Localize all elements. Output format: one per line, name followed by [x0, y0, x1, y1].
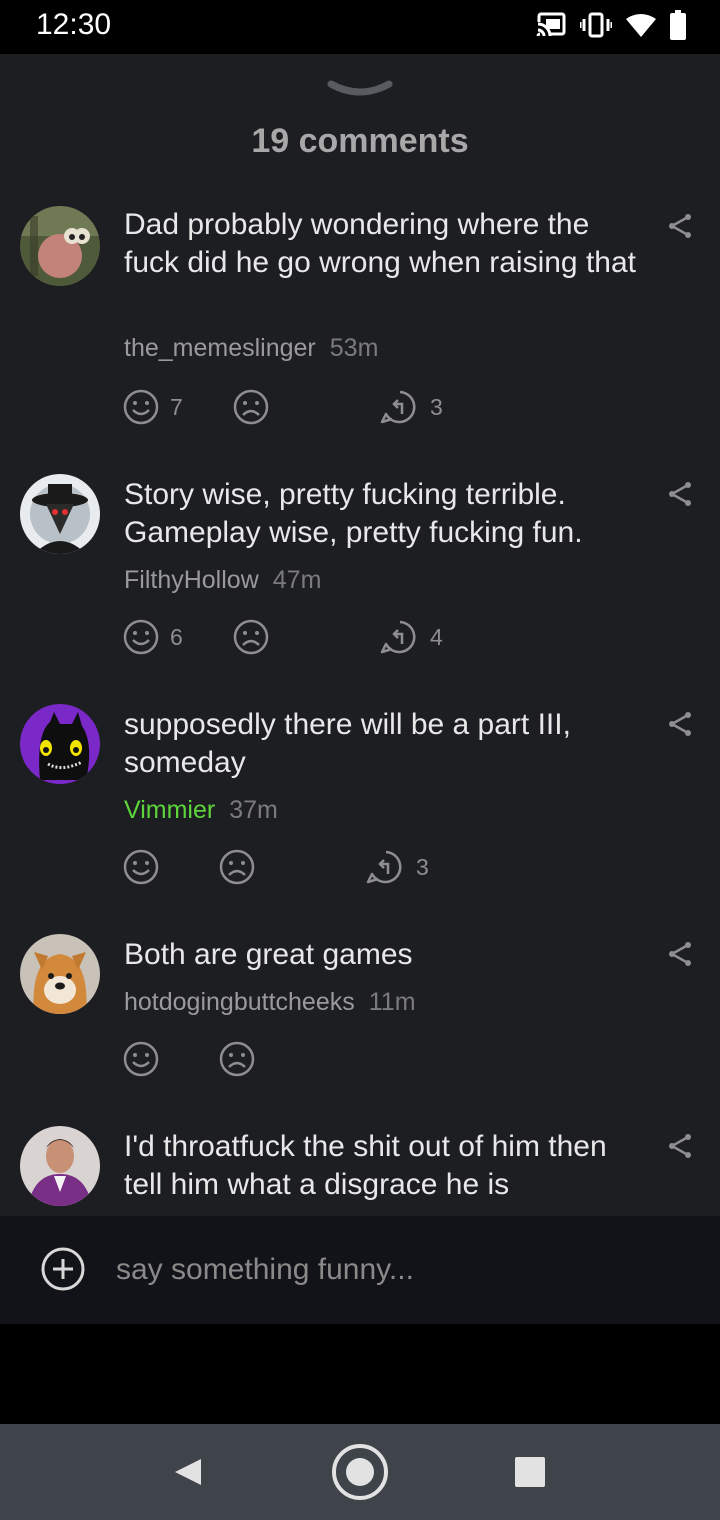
wifi-icon	[626, 14, 656, 37]
reply-button[interactable]: 4	[380, 618, 443, 656]
reply-button[interactable]: 3	[366, 848, 429, 886]
reply-button[interactable]: 3	[380, 388, 443, 426]
comment-text: supposedly there will be a part III, som…	[124, 708, 571, 779]
comments-sheet: 19 comments Dad probably wondering where…	[0, 54, 720, 1324]
dislike-button[interactable]	[232, 618, 270, 656]
comment-input-bar	[0, 1216, 720, 1324]
comment-input[interactable]	[116, 1248, 676, 1292]
comment-meta: FilthyHollow 47m	[124, 566, 321, 595]
comment-time: 37m	[229, 796, 278, 824]
avatar[interactable]	[20, 934, 100, 1014]
comment-username[interactable]: the_memeslinger	[124, 334, 316, 362]
keyboard-gap	[0, 1324, 720, 1424]
cast-icon	[536, 12, 566, 38]
dislike-button[interactable]	[232, 388, 270, 426]
nav-back-button[interactable]	[158, 1442, 218, 1502]
frown-icon	[219, 849, 255, 885]
smile-icon	[123, 849, 159, 885]
home-icon	[332, 1444, 388, 1500]
smile-icon	[123, 1041, 159, 1077]
recents-icon	[515, 1457, 545, 1487]
reply-icon	[380, 390, 416, 424]
back-icon	[175, 1459, 201, 1485]
comment-text: I'd throatfuck the shit out of him then …	[124, 1130, 607, 1201]
like-count: 7	[170, 393, 183, 420]
share-icon[interactable]	[666, 710, 694, 738]
status-icons	[536, 10, 686, 40]
status-time: 12:30	[36, 8, 112, 41]
comment-item: Dad probably wondering where the fuck di…	[0, 204, 720, 454]
reply-count: 3	[430, 393, 443, 420]
comment-username[interactable]: Vimmier	[124, 796, 215, 824]
comment-text: Story wise, pretty fucking terrible. Gam…	[124, 478, 583, 549]
frown-icon	[219, 1041, 255, 1077]
reply-count: 4	[430, 623, 443, 650]
share-icon[interactable]	[666, 480, 694, 508]
vibrate-icon	[580, 12, 612, 38]
frown-icon	[233, 389, 269, 425]
comment-username[interactable]: hotdogingbuttcheeks	[124, 988, 355, 1016]
like-button[interactable]: 6	[122, 618, 183, 656]
comment-item: Story wise, pretty fucking terrible. Gam…	[0, 474, 720, 694]
nav-recents-button[interactable]	[500, 1442, 560, 1502]
comment-username[interactable]: FilthyHollow	[124, 566, 259, 594]
share-icon[interactable]	[666, 1132, 694, 1160]
comments-count-title: 19 comments	[251, 122, 469, 160]
comment-item: Both are great games hotdogingbuttcheeks…	[0, 934, 720, 1114]
dislike-button[interactable]	[218, 1040, 256, 1078]
collapse-handle-icon[interactable]	[325, 74, 395, 104]
share-icon[interactable]	[666, 212, 694, 240]
nav-home-button[interactable]	[330, 1442, 390, 1502]
avatar[interactable]	[20, 704, 100, 784]
like-button[interactable]	[122, 848, 160, 886]
battery-icon	[670, 10, 686, 40]
dislike-button[interactable]	[218, 848, 256, 886]
comment-item: supposedly there will be a part III, som…	[0, 704, 720, 924]
avatar[interactable]	[20, 206, 100, 286]
reply-icon	[366, 850, 402, 884]
like-count: 6	[170, 623, 183, 650]
status-bar: 12:30	[0, 0, 720, 54]
comment-time: 53m	[329, 334, 379, 362]
comment-actions: 6 4	[122, 618, 522, 658]
like-button[interactable]: 7	[122, 388, 183, 426]
comment-item: I'd throatfuck the shit out of him then …	[0, 1126, 720, 1226]
comment-meta: Vimmier 37m	[124, 796, 278, 825]
add-attachment-icon[interactable]	[40, 1246, 86, 1292]
reply-icon	[380, 620, 416, 654]
comment-meta: the_memeslinger 53m	[124, 334, 378, 363]
comment-text: Dad probably wondering where the fuck di…	[124, 208, 636, 279]
share-icon[interactable]	[666, 940, 694, 968]
system-nav-bar	[0, 1424, 720, 1520]
comment-text: Both are great games	[124, 938, 413, 971]
comment-time: 11m	[368, 988, 416, 1016]
comment-actions	[122, 1040, 522, 1080]
smile-icon	[123, 619, 159, 655]
comment-time: 47m	[272, 566, 322, 594]
frown-icon	[233, 619, 269, 655]
like-button[interactable]	[122, 1040, 160, 1078]
comment-actions: 7 3	[122, 388, 522, 428]
avatar[interactable]	[20, 1126, 100, 1206]
reply-count: 3	[416, 853, 429, 880]
comment-actions: 3	[122, 848, 522, 888]
comment-meta: hotdogingbuttcheeks 11m	[124, 988, 416, 1017]
avatar[interactable]	[20, 474, 100, 554]
smile-icon	[123, 389, 159, 425]
